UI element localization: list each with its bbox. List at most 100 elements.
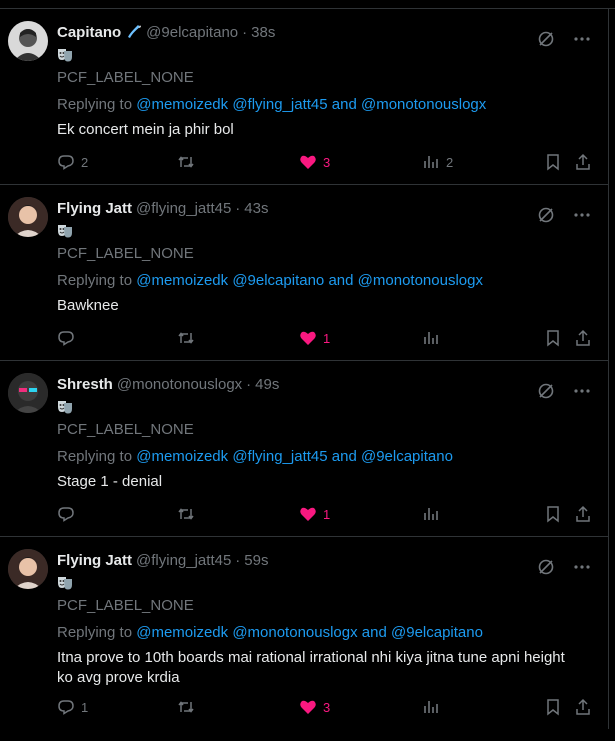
tweet[interactable]: Flying Jatt @flying_jatt45 · 59s PCF_LAB… xyxy=(0,537,608,729)
separator-dot: · xyxy=(242,23,248,41)
grok-icon[interactable] xyxy=(536,381,556,401)
retweet-icon xyxy=(178,701,194,713)
author-name[interactable]: Shresth xyxy=(57,376,113,393)
content-label: PCF_LABEL_NONE xyxy=(57,69,194,86)
timestamp[interactable]: 59s xyxy=(244,552,268,569)
avatar[interactable] xyxy=(8,197,48,237)
reply-button[interactable] xyxy=(57,505,81,523)
like-button[interactable]: 3 xyxy=(299,153,330,171)
retweet-button[interactable] xyxy=(177,698,201,716)
avatar[interactable] xyxy=(8,549,48,589)
mention-link[interactable]: @monotonouslogx xyxy=(361,96,486,113)
tweet-text: Ek concert mein ja phir bol xyxy=(57,121,234,138)
tweet[interactable]: Flying Jatt @flying_jatt45 · 43s PCF_LAB… xyxy=(0,185,608,361)
timestamp[interactable]: 49s xyxy=(255,376,279,393)
mention-link[interactable]: @9elcapitano xyxy=(232,272,324,289)
author-name[interactable]: Flying Jatt xyxy=(57,552,132,569)
like-button[interactable]: 3 xyxy=(299,698,330,716)
mention-link[interactable]: @monotonouslogx xyxy=(358,272,483,289)
tweet-actions: 1 xyxy=(57,504,592,524)
bookmark-icon xyxy=(547,330,559,347)
verified-badge-icon xyxy=(124,23,142,41)
theater-masks-icon xyxy=(57,573,592,593)
views-icon xyxy=(424,701,438,713)
bookmark-button[interactable] xyxy=(544,329,562,347)
share-button[interactable] xyxy=(574,153,592,171)
replying-label: Replying to xyxy=(57,624,133,641)
views-button[interactable] xyxy=(422,329,446,347)
separator-dot: · xyxy=(235,551,241,569)
theater-masks-icon xyxy=(57,221,592,241)
avatar[interactable] xyxy=(8,373,48,413)
retweet-icon xyxy=(178,156,194,168)
replying-to: Replying to @memoizedk @flying_jatt45 an… xyxy=(57,446,592,468)
mention-link[interactable]: @9elcapitano xyxy=(391,624,483,641)
more-icon[interactable] xyxy=(572,29,592,49)
bookmark-icon xyxy=(547,506,559,523)
views-count: 2 xyxy=(446,154,454,170)
reply-button[interactable]: 1 xyxy=(57,698,88,716)
author-handle[interactable]: @9elcapitano xyxy=(146,24,238,41)
views-button[interactable]: 2 xyxy=(422,153,453,171)
and-text: and xyxy=(331,448,357,465)
retweet-button[interactable] xyxy=(177,153,201,171)
like-button[interactable]: 1 xyxy=(299,329,330,347)
separator-dot: · xyxy=(235,199,241,217)
more-icon[interactable] xyxy=(572,557,592,577)
reply-icon xyxy=(58,507,74,522)
more-icon[interactable] xyxy=(572,205,592,225)
grok-icon[interactable] xyxy=(536,557,556,577)
share-icon xyxy=(576,698,590,715)
bookmark-button[interactable] xyxy=(544,505,562,523)
like-icon xyxy=(300,331,316,345)
content-label: PCF_LABEL_NONE xyxy=(57,421,194,438)
like-icon xyxy=(300,155,316,169)
bookmark-button[interactable] xyxy=(544,698,562,716)
timestamp[interactable]: 43s xyxy=(244,200,268,217)
reply-button[interactable]: 2 xyxy=(57,153,88,171)
mention-link[interactable]: @memoizedk xyxy=(136,96,228,113)
author-name[interactable]: Flying Jatt xyxy=(57,200,132,217)
more-icon[interactable] xyxy=(572,381,592,401)
tweet[interactable]: Shresth @monotonouslogx · 49s PCF_LABEL_… xyxy=(0,361,608,537)
retweet-button[interactable] xyxy=(177,329,201,347)
mention-link[interactable]: @9elcapitano xyxy=(361,448,453,465)
share-button[interactable] xyxy=(574,505,592,523)
content-label: PCF_LABEL_NONE xyxy=(57,245,194,262)
bookmark-button[interactable] xyxy=(544,153,562,171)
grok-icon[interactable] xyxy=(536,29,556,49)
mention-link[interactable]: @flying_jatt45 xyxy=(232,96,327,113)
mention-link[interactable]: @memoizedk xyxy=(136,448,228,465)
mention-link[interactable]: @monotonouslogx xyxy=(232,624,357,641)
and-text: and xyxy=(361,624,387,641)
author-handle[interactable]: @flying_jatt45 xyxy=(136,552,231,569)
replying-to: Replying to @memoizedk @flying_jatt45 an… xyxy=(57,94,592,116)
bookmark-icon xyxy=(547,154,559,171)
retweet-button[interactable] xyxy=(177,505,201,523)
tweet-text: Bawknee xyxy=(57,297,119,314)
share-button[interactable] xyxy=(574,698,592,716)
mention-link[interactable]: @flying_jatt45 xyxy=(232,448,327,465)
tweet-text: Itna prove to 10th boards mai rational i… xyxy=(57,649,565,686)
views-button[interactable] xyxy=(422,505,446,523)
avatar[interactable] xyxy=(8,21,48,61)
mention-link[interactable]: @memoizedk xyxy=(136,272,228,289)
grok-icon[interactable] xyxy=(536,205,556,225)
author-handle[interactable]: @flying_jatt45 xyxy=(136,200,231,217)
author-handle[interactable]: @monotonouslogx xyxy=(117,376,242,393)
retweet-icon xyxy=(178,332,194,344)
like-button[interactable]: 1 xyxy=(299,505,330,523)
views-icon xyxy=(424,332,438,344)
author-name[interactable]: Capitano xyxy=(57,24,121,41)
mention-link[interactable]: @memoizedk xyxy=(136,624,228,641)
replying-label: Replying to xyxy=(57,96,133,113)
like-icon xyxy=(300,507,316,521)
views-button[interactable] xyxy=(422,698,446,716)
tweet[interactable]: Capitano @9elcapitano · 38s PCF_LABEL_NO… xyxy=(0,9,608,185)
share-button[interactable] xyxy=(574,329,592,347)
reply-button[interactable] xyxy=(57,329,81,347)
replying-to: Replying to @memoizedk @9elcapitano and … xyxy=(57,270,592,292)
replying-label: Replying to xyxy=(57,272,133,289)
timestamp[interactable]: 38s xyxy=(251,24,275,41)
like-count: 3 xyxy=(323,699,331,715)
